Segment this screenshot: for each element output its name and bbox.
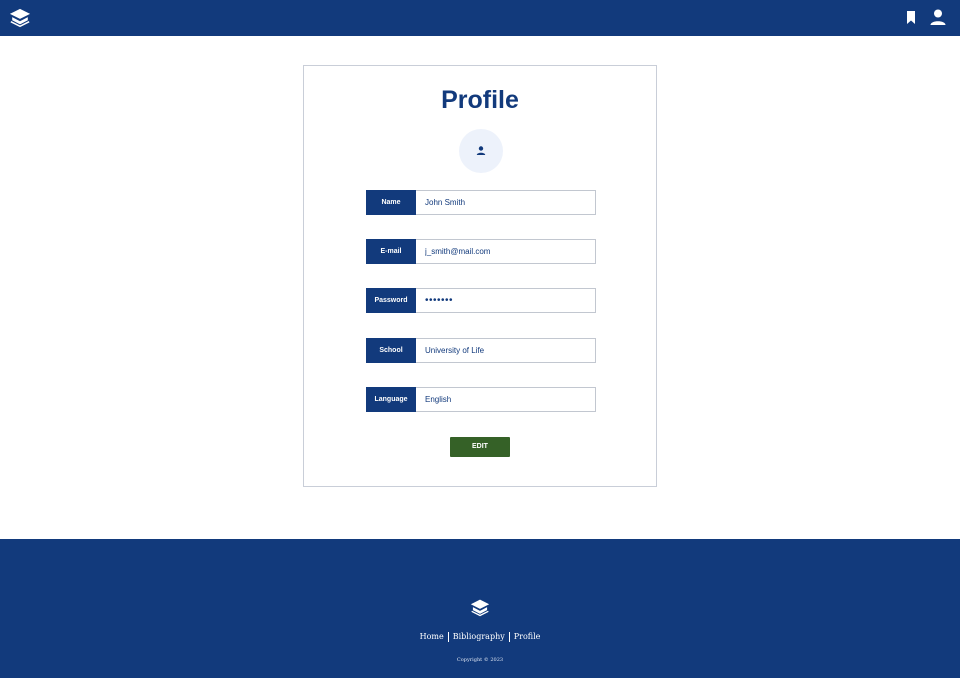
user-icon <box>476 146 486 155</box>
password-field[interactable]: Password ••••••• <box>366 288 596 313</box>
avatar <box>459 129 503 173</box>
footer: Home Bibliography Profile Copyright © 2023 <box>0 539 960 678</box>
field-label: Name <box>366 190 416 215</box>
copyright-text: Copyright © 2023 <box>456 657 504 663</box>
footer-divider <box>447 632 449 642</box>
field-label: E-mail <box>366 239 416 264</box>
name-field[interactable]: Name John Smith <box>366 190 596 215</box>
profile-card: Profile Name John Smith E-mail j_smith@m… <box>303 65 657 487</box>
field-value[interactable]: John Smith <box>425 191 591 214</box>
footer-divider <box>508 632 510 642</box>
graduation-cap-icon <box>470 598 490 618</box>
footer-link-profile[interactable]: Profile <box>514 632 541 641</box>
field-label: Language <box>366 387 416 412</box>
graduation-cap-icon[interactable] <box>9 7 31 29</box>
user-icon[interactable] <box>929 8 947 26</box>
field-value[interactable]: English <box>425 388 591 411</box>
footer-nav: Home Bibliography Profile <box>0 632 960 642</box>
field-value[interactable]: j_smith@mail.com <box>425 240 591 263</box>
school-field[interactable]: School University of Life <box>366 338 596 363</box>
footer-link-bibliography[interactable]: Bibliography <box>453 632 505 641</box>
field-label: Password <box>366 288 416 313</box>
field-value[interactable]: ••••••• <box>425 289 591 312</box>
page-title: Profile <box>441 86 519 114</box>
edit-button[interactable]: EDIT <box>450 437 510 457</box>
language-field[interactable]: Language English <box>366 387 596 412</box>
field-value[interactable]: University of Life <box>425 339 591 362</box>
field-label: School <box>366 338 416 363</box>
top-navbar <box>0 0 960 36</box>
footer-link-home[interactable]: Home <box>420 632 444 641</box>
email-field[interactable]: E-mail j_smith@mail.com <box>366 239 596 264</box>
bookmark-icon[interactable] <box>904 9 918 27</box>
